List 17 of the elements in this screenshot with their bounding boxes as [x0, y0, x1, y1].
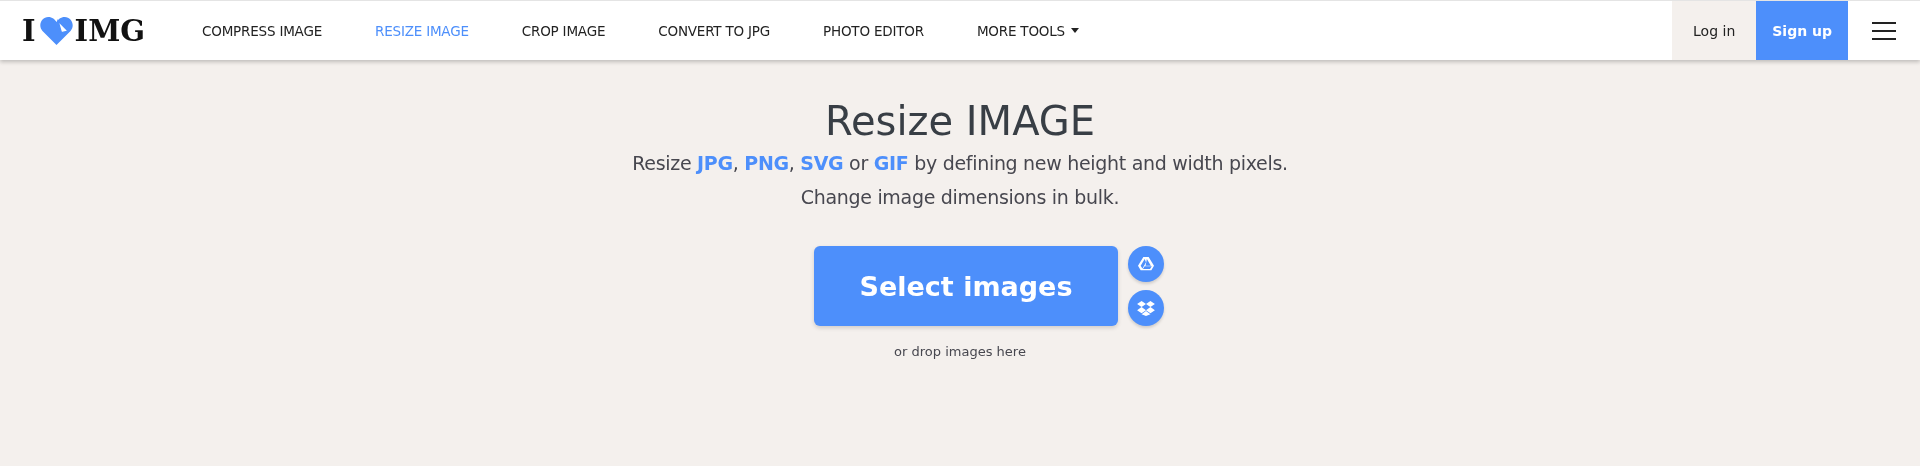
nav-link[interactable]: MORE TOOLS: [976, 22, 1079, 39]
login-button[interactable]: Log in: [1672, 1, 1757, 60]
nav-link[interactable]: COMPRESS IMAGE: [202, 22, 322, 39]
logo[interactable]: I IMG: [0, 1, 202, 60]
logo-text: IMG: [74, 13, 145, 48]
drive-icon[interactable]: [1128, 246, 1164, 282]
dropbox-icon[interactable]: [1128, 290, 1164, 326]
subtitle-text: Change image dimensions in bulk.: [799, 185, 1121, 210]
nav-link[interactable]: PHOTO EDITOR: [823, 22, 924, 39]
heart-icon: [39, 15, 73, 46]
nav-link[interactable]: CROP IMAGE: [521, 22, 606, 39]
page-title: Resize IMAGE: [824, 97, 1096, 146]
subtitle-text: Resize JPG, PNG, SVG or GIF by defining new height and width pixels.: [632, 151, 1288, 176]
caret-icon: [1070, 28, 1079, 33]
drop-hint: or drop images here: [894, 344, 1026, 359]
logo-text: I: [22, 13, 36, 48]
nav-link[interactable]: CONVERT TO JPG: [658, 22, 771, 39]
